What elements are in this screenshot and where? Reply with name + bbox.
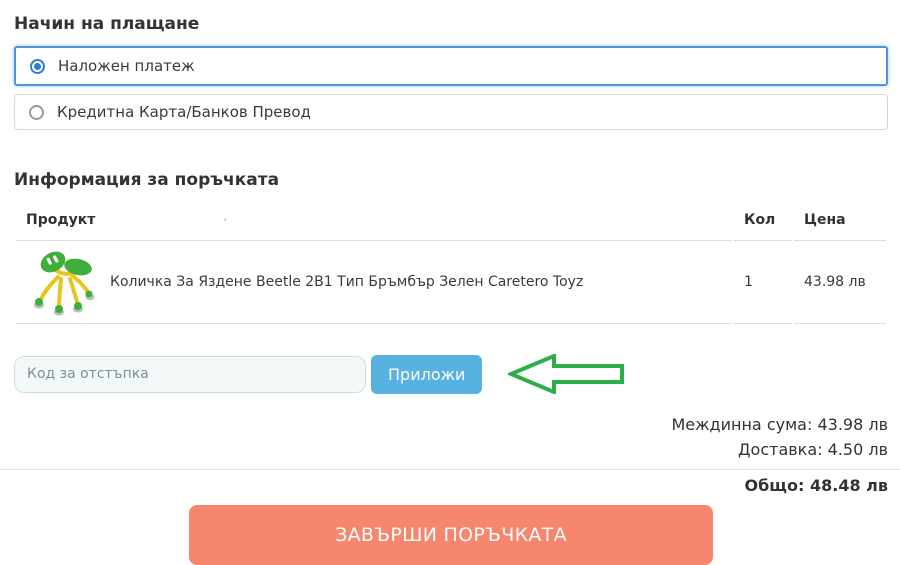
grand-total-label: Общо: [744, 475, 805, 495]
product-cell: Количка За Яздене Beetle 2B1 Тип Бръмбър… [16, 241, 732, 324]
shipping-value: 4.50 лв [827, 440, 888, 460]
payment-option-card-bank-transfer[interactable]: Кредитна Карта/Банков Превод [14, 94, 888, 130]
order-table-header-row: Продукт · Кол Цена [16, 202, 886, 241]
totals-divider [0, 468, 900, 470]
grand-total-line: Общо: 48.48 лв [14, 475, 888, 497]
discount-code-input[interactable] [14, 355, 366, 393]
subtotal-value: 43.98 лв [817, 415, 888, 434]
payment-option-label: Кредитна Карта/Банков Превод [57, 103, 311, 121]
price-cell: 43.98 лв [794, 241, 886, 324]
column-header-price: Цена [794, 202, 886, 241]
qty-cell: 1 [734, 241, 792, 324]
arrow-left-icon [506, 352, 626, 396]
order-table: Продукт · Кол Цена Количка За Яздене Bee… [14, 202, 888, 324]
radio-unchecked-icon[interactable] [29, 104, 44, 120]
checkout-page: Начин на плащане Наложен платеж Кредитна… [0, 0, 900, 565]
column-header-qty: Кол [734, 202, 792, 241]
order-table-row: Количка За Яздене Beetle 2B1 Тип Бръмбър… [16, 241, 886, 324]
payment-option-cash-on-delivery[interactable]: Наложен платеж [14, 46, 888, 86]
payment-section-title: Начин на плащане [14, 14, 200, 34]
subtotal-label: Междинна сума: [671, 415, 813, 434]
payment-options: Наложен платеж Кредитна Карта/Банков Пре… [14, 46, 888, 130]
shipping-label: Доставка: [738, 440, 823, 460]
column-header-product: Продукт · [16, 202, 732, 241]
order-totals: Междинна сума: 43.98 лв Доставка: 4.50 л… [0, 414, 900, 497]
order-section-title: Информация за поръчката [14, 170, 280, 190]
product-title: Количка За Яздене Beetle 2B1 Тип Бръмбър… [110, 274, 584, 290]
apply-discount-button[interactable]: Приложи [371, 354, 483, 394]
grand-total-value: 48.48 лв [809, 475, 888, 495]
product-image [26, 247, 96, 317]
payment-option-label: Наложен платеж [58, 57, 195, 75]
column-header-product-label: Продукт [26, 212, 96, 228]
complete-order-button[interactable]: ЗАВЪРШИ ПОРЪЧКАТА [189, 505, 713, 565]
shipping-line: Доставка: 4.50 лв [14, 439, 888, 461]
radio-checked-icon[interactable] [30, 58, 45, 74]
tiny-dot: · [223, 213, 228, 227]
subtotal-line: Междинна сума: 43.98 лв [14, 414, 888, 436]
discount-section: Приложи [14, 352, 888, 396]
